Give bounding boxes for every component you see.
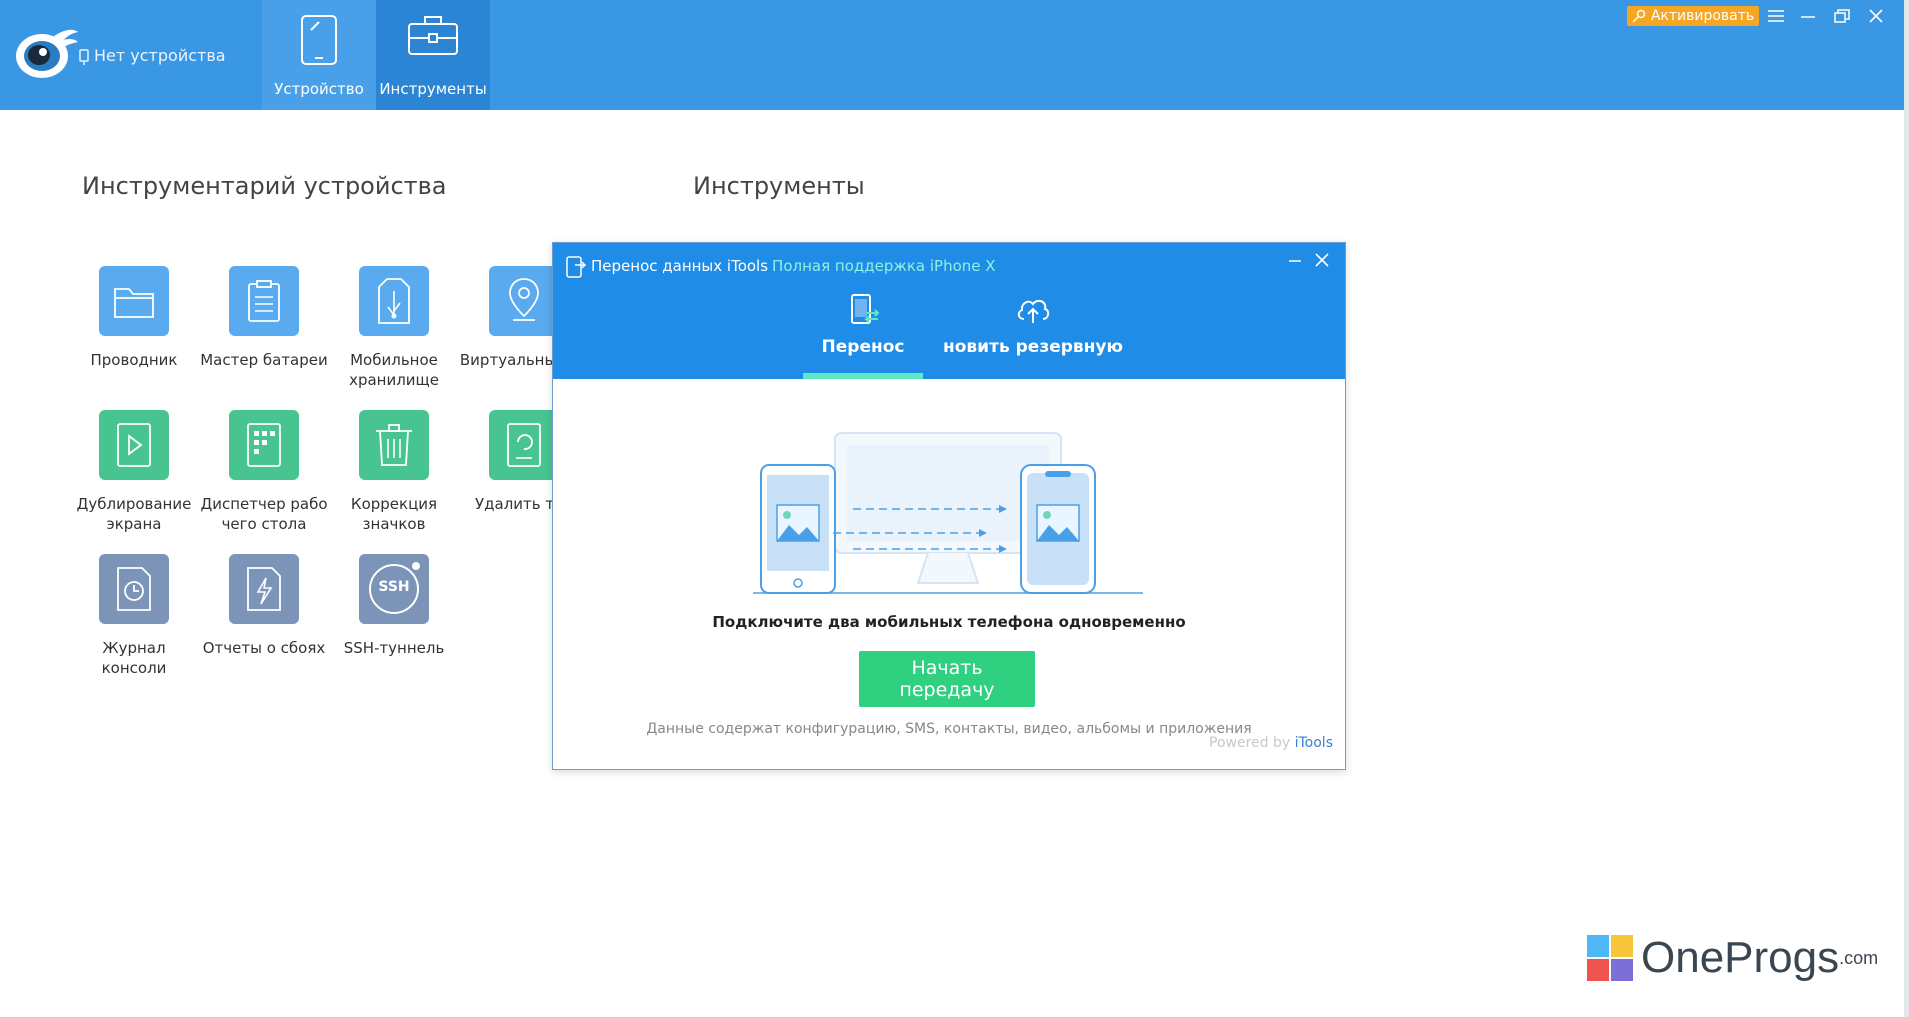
close-button[interactable] (1864, 4, 1888, 28)
watermark-text: OneProgs.com (1641, 935, 1878, 981)
tool-remove-device-tile (489, 410, 559, 480)
tool-label: Мобильное хранилище (349, 351, 439, 389)
tool-label: Отчеты о сбоях (202, 639, 326, 657)
dialog-close-icon[interactable] (1313, 251, 1331, 269)
menu-button[interactable] (1764, 4, 1788, 28)
tool-ssh-tunnel-tile: SSH (359, 554, 429, 624)
data-transfer-dialog: Перенос данных iTools Полная поддержка iP… (552, 242, 1346, 770)
cloud-upload-icon (1017, 299, 1050, 323)
tool-label: Журнал консоли (101, 639, 167, 677)
grid-icon (247, 423, 281, 467)
dialog-tab-transfer[interactable]: Перенос (803, 293, 923, 379)
tool-battery-master[interactable]: Мастер батареи (199, 266, 329, 370)
tool-crash-reports[interactable]: Отчеты о сбоях (199, 554, 329, 658)
tool-mobile-storage-tile (359, 266, 429, 336)
watermark-suffix: .com (1839, 948, 1879, 968)
minimize-icon (1801, 16, 1815, 18)
tool-explorer-tile (99, 266, 169, 336)
powered-by-prefix: Powered by (1209, 735, 1291, 751)
tool-label: Мастер батареи (200, 351, 328, 369)
dialog-minimize-icon[interactable] (1287, 253, 1303, 269)
activate-label: Активировать (1650, 8, 1755, 24)
key-icon (1632, 9, 1646, 23)
tool-label: Диспетчер рабо чего стола (200, 495, 328, 533)
dialog-title-text: Перенос данных iTools (591, 257, 769, 275)
tool-ssh-tunnel[interactable]: SSH SSH-туннель (329, 554, 459, 658)
tool-desktop-manager[interactable]: Диспетчер рабо чего стола (199, 410, 329, 534)
start-transfer-button[interactable]: Начать передачу (859, 651, 1035, 707)
usb-storage-icon (378, 278, 410, 324)
dialog-tab-transfer-label: Перенос (821, 337, 905, 357)
tool-icon-correction[interactable]: Коррекция значков (329, 410, 459, 534)
active-tab-indicator (803, 373, 923, 379)
folder-icon (114, 288, 154, 318)
tool-virtual-location-tile (489, 266, 559, 336)
tool-label: Проводник (90, 351, 178, 369)
phone-disconnected-icon (79, 48, 89, 65)
tool-battery-master-tile (229, 266, 299, 336)
toolbox-icon (408, 16, 458, 55)
itools-logo (16, 29, 78, 78)
tab-device-label: Устройство (274, 80, 364, 98)
iphone-x-support-link[interactable]: Полная поддержка iPhone X (772, 257, 996, 275)
oneprogs-watermark: OneProgs.com (1587, 935, 1878, 981)
watermark-brand: OneProgs (1641, 933, 1840, 982)
tablet-icon (301, 15, 337, 65)
device-status: Нет устройства (78, 46, 226, 65)
window-edge (1904, 0, 1909, 1017)
tool-screen-mirror[interactable]: Дублирование экрана (69, 410, 199, 534)
device-status-text: Нет устройства (94, 46, 226, 65)
tool-label: Коррекция значков (350, 495, 438, 533)
tools-section-title: Инструменты (693, 172, 865, 200)
top-bar: Нет устройства Устройство Инструменты Ак… (0, 0, 1904, 110)
dialog-tab-backup[interactable]: новить резервную (943, 293, 1123, 379)
powered-by-brand[interactable]: iTools (1295, 735, 1333, 751)
restore-icon (1834, 9, 1850, 23)
dialog-title: Перенос данных iTools Полная поддержка iP… (591, 257, 996, 275)
minimize-button[interactable] (1796, 4, 1820, 28)
activate-button[interactable]: Активировать (1627, 6, 1759, 26)
play-icon (117, 423, 151, 467)
ssh-badge-text: SSH (378, 579, 410, 595)
transfer-app-icon (566, 256, 586, 278)
clipboard-icon (248, 280, 280, 322)
tool-desktop-manager-tile (229, 410, 299, 480)
phone-transfer-icon (851, 294, 880, 324)
location-pin-icon (509, 278, 539, 321)
trash-icon (376, 424, 412, 466)
tool-console-log-tile (99, 554, 169, 624)
itools-window: Нет устройства Устройство Инструменты Ак… (0, 0, 1904, 1017)
lightning-file-icon (247, 567, 281, 611)
clock-file-icon (117, 567, 151, 611)
restore-button[interactable] (1830, 4, 1854, 28)
refresh-device-icon (507, 423, 541, 467)
powered-by: Powered by iTools (1209, 735, 1333, 751)
tool-explorer[interactable]: Проводник (69, 266, 199, 370)
device-tools-title: Инструментарий устройства (82, 172, 447, 200)
dialog-tab-backup-label: новить резервную (943, 337, 1124, 357)
tool-console-log[interactable]: Журнал консоли (69, 554, 199, 678)
tool-screen-mirror-tile (99, 410, 169, 480)
tool-label: Дублирование экрана (76, 495, 192, 533)
oneprogs-logo-icon (1587, 935, 1633, 981)
close-icon (1869, 9, 1883, 23)
tool-label: SSH-туннель (343, 639, 445, 657)
dialog-header: Перенос данных iTools Полная поддержка iP… (553, 243, 1345, 379)
tab-device[interactable]: Устройство (262, 0, 376, 110)
tool-crash-reports-tile (229, 554, 299, 624)
tool-icon-correction-tile (359, 410, 429, 480)
connect-instruction: Подключите два мобильных телефона одновр… (712, 613, 1186, 631)
tab-tools-label: Инструменты (379, 80, 487, 98)
hamburger-menu-icon (1768, 10, 1784, 22)
tab-tools[interactable]: Инструменты (376, 0, 490, 110)
phone-to-phone-illustration (753, 432, 1143, 594)
tool-mobile-storage[interactable]: Мобильное хранилище (329, 266, 459, 390)
